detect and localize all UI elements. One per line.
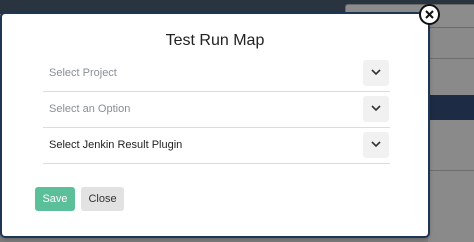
close-button[interactable]: Close bbox=[81, 187, 124, 211]
select-jenkin-plugin-dropdown[interactable]: Select Jenkin Result Plugin bbox=[43, 129, 390, 164]
select-project-dropdown[interactable]: Select Project bbox=[43, 57, 390, 92]
select-option-dropdown[interactable]: Select an Option bbox=[43, 93, 390, 128]
select-jenkin-plugin-value: Select Jenkin Result Plugin bbox=[49, 139, 183, 151]
chevron-down-icon[interactable] bbox=[363, 132, 389, 158]
background-selected-row bbox=[428, 95, 474, 120]
background-side-panel bbox=[428, 14, 474, 242]
close-icon[interactable] bbox=[419, 4, 440, 25]
save-button[interactable]: Save bbox=[35, 187, 75, 211]
select-project-placeholder: Select Project bbox=[49, 67, 117, 79]
background-divider bbox=[428, 170, 474, 171]
modal-title: Test Run Map bbox=[165, 32, 265, 49]
chevron-down-icon[interactable] bbox=[363, 60, 389, 86]
background-divider bbox=[428, 58, 474, 59]
test-run-map-modal: Test Run Map Select Project Select an Op… bbox=[2, 14, 428, 236]
chevron-down-icon[interactable] bbox=[363, 96, 389, 122]
select-option-placeholder: Select an Option bbox=[49, 103, 131, 115]
